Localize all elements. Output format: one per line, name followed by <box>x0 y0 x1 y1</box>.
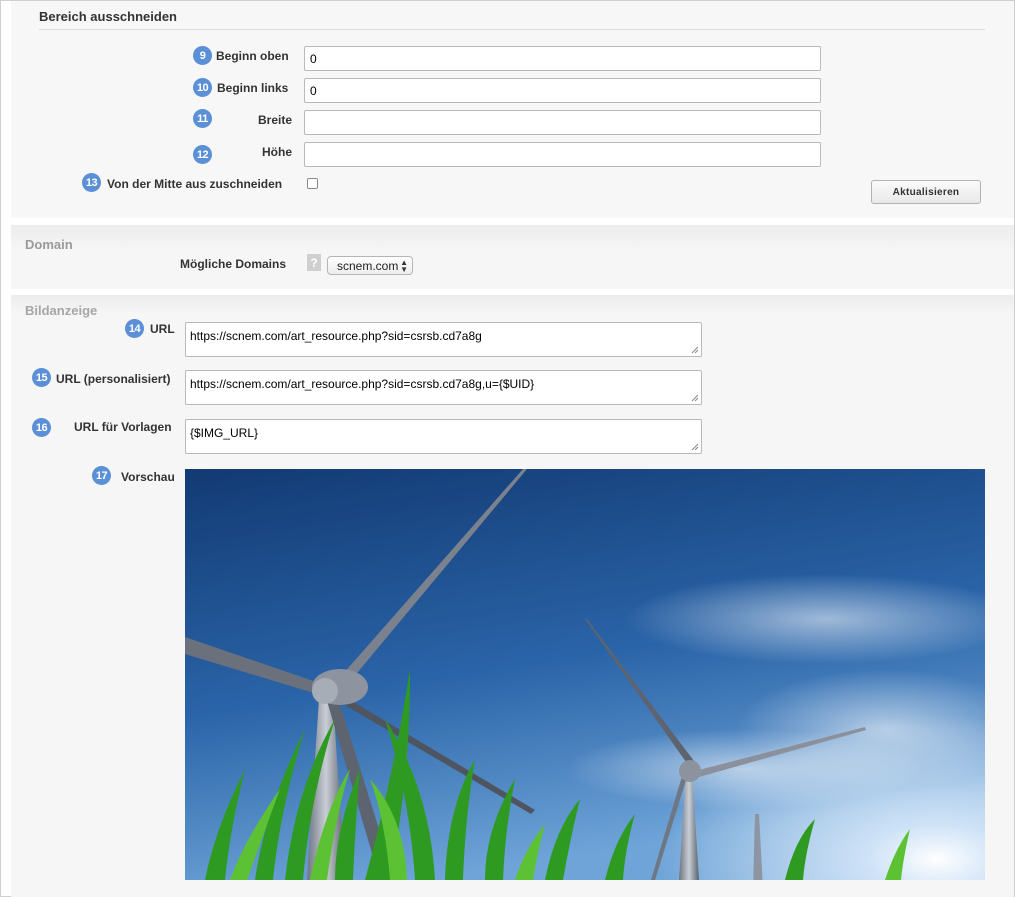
url-template-textarea[interactable]: {$IMG_URL} <box>185 419 702 454</box>
step-badge-12: 12 <box>193 145 212 164</box>
domains-label: Mögliche Domains <box>180 257 287 271</box>
crop-top-label: Beginn oben <box>216 49 289 63</box>
crop-width-label: Breite <box>257 113 292 127</box>
step-badge-11: 11 <box>193 109 212 128</box>
url-textarea[interactable]: https://scnem.com/art_resource.php?sid=c… <box>185 322 702 357</box>
crop-left-input[interactable] <box>304 78 821 103</box>
select-arrows-icon: ▲ ▼ <box>400 258 408 274</box>
resize-grip-icon[interactable] <box>691 443 699 451</box>
preview-label: Vorschau <box>121 470 175 484</box>
domain-panel <box>11 225 1014 289</box>
crop-center-label: Von der Mitte aus zuschneiden <box>107 177 283 191</box>
wind-turbine-image <box>185 469 985 880</box>
domain-select-value: scnem.com <box>337 259 399 273</box>
crop-left-label: Beginn links <box>217 81 289 95</box>
url-value: https://scnem.com/art_resource.php?sid=c… <box>190 329 482 343</box>
url-personal-textarea[interactable]: https://scnem.com/art_resource.php?sid=c… <box>185 370 702 405</box>
crop-width-input[interactable] <box>304 110 821 135</box>
url-personal-label: URL (personalisiert) <box>56 372 171 386</box>
step-badge-15: 15 <box>32 368 51 387</box>
domain-select[interactable]: scnem.com ▲ ▼ <box>327 256 413 275</box>
step-badge-10: 10 <box>193 78 212 97</box>
url-template-label: URL für Vorlagen <box>74 420 172 434</box>
url-label: URL <box>150 322 175 336</box>
crop-divider <box>39 29 985 30</box>
settings-frame: Bereich ausschneiden 9 Beginn oben 10 Be… <box>0 0 1015 897</box>
update-button[interactable]: Aktualisieren <box>871 180 981 204</box>
crop-top-input[interactable] <box>304 46 821 71</box>
domain-section-title: Domain <box>25 237 73 252</box>
url-template-value: {$IMG_URL} <box>190 426 259 440</box>
url-personal-value: https://scnem.com/art_resource.php?sid=c… <box>190 377 535 391</box>
crop-center-checkbox[interactable] <box>307 178 318 189</box>
step-badge-14: 14 <box>125 319 144 338</box>
step-badge-17: 17 <box>92 466 111 485</box>
image-section-title: Bildanzeige <box>25 303 98 318</box>
resize-grip-icon[interactable] <box>691 394 699 402</box>
step-badge-13: 13 <box>82 173 101 192</box>
help-icon[interactable]: ? <box>307 254 321 271</box>
crop-height-label: Höhe <box>262 145 292 159</box>
crop-section-title: Bereich ausschneiden <box>39 9 177 24</box>
resize-grip-icon[interactable] <box>691 346 699 354</box>
step-badge-9: 9 <box>193 46 212 65</box>
preview-image <box>185 469 985 880</box>
step-badge-16: 16 <box>32 418 51 437</box>
crop-height-input[interactable] <box>304 142 821 167</box>
